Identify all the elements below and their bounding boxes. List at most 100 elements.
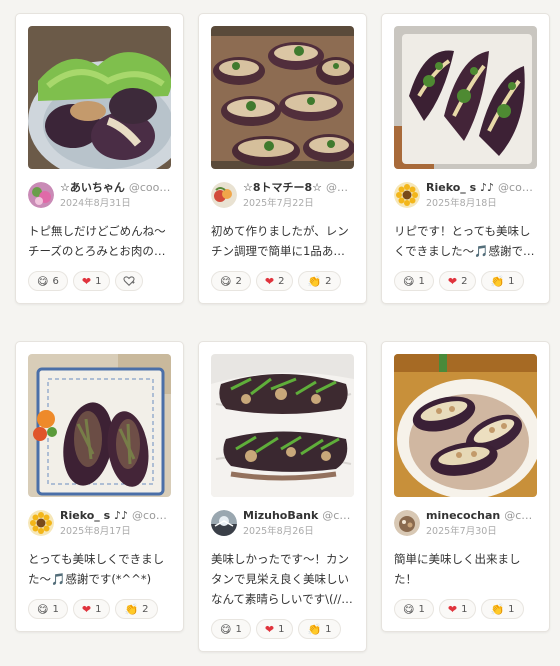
dish-photo-image bbox=[28, 354, 171, 497]
reaction-clap[interactable]: 👏 1 bbox=[481, 271, 524, 291]
reaction-yummy[interactable]: 😋 1 bbox=[211, 619, 251, 639]
dish-photo[interactable] bbox=[394, 26, 537, 169]
tsukurepo-card[interactable]: MizuhoBank @coo… 2025年8月26日 美味しかったです〜！カン… bbox=[198, 341, 367, 652]
reaction-yummy[interactable]: 😋 1 bbox=[394, 599, 434, 619]
clap-icon: 👏 bbox=[124, 602, 139, 616]
dish-photo-image bbox=[394, 354, 537, 497]
add-heart-icon bbox=[123, 276, 136, 287]
post-date: 2025年7月22日 bbox=[243, 197, 314, 209]
tsukurepo-card[interactable]: Rieko_ s ♪♪ @cook… 2025年8月17日 とっても美味しくでき… bbox=[15, 341, 184, 632]
author-name[interactable]: ☆8トマチー8☆ bbox=[243, 181, 322, 195]
author-row[interactable]: ☆あいちゃん @cook… 2024年8月31日 bbox=[28, 181, 171, 209]
reaction-heart[interactable]: ❤ 2 bbox=[255, 271, 294, 291]
post-date: 2025年8月17日 bbox=[60, 525, 131, 537]
dish-photo[interactable] bbox=[28, 26, 171, 169]
dish-photo-image bbox=[28, 26, 171, 169]
reaction-bar: 😋 1 ❤ 2 👏 1 bbox=[394, 271, 537, 291]
tsukurepo-card[interactable]: Rieko_ s ♪♪ @cook… 2025年8月18日 リピです！とっても美… bbox=[381, 13, 550, 304]
post-date: 2024年8月31日 bbox=[60, 197, 131, 209]
comment-text[interactable]: 簡単に美味しく出来ました！ bbox=[394, 549, 537, 589]
reaction-bar: 😋 6 ❤ 1 bbox=[28, 271, 171, 291]
author-row[interactable]: Rieko_ s ♪♪ @cook… 2025年8月17日 bbox=[28, 509, 171, 537]
dish-photo[interactable] bbox=[211, 354, 354, 497]
reaction-yummy[interactable]: 😋 1 bbox=[28, 599, 68, 619]
author-name[interactable]: Rieko_ s ♪♪ bbox=[426, 181, 494, 195]
reaction-yummy[interactable]: 😋 1 bbox=[394, 271, 434, 291]
heart-icon: ❤ bbox=[81, 602, 92, 616]
dish-photo[interactable] bbox=[394, 354, 537, 497]
dish-photo-image bbox=[211, 26, 354, 169]
post-date: 2025年8月18日 bbox=[426, 197, 497, 209]
reaction-count: 1 bbox=[418, 603, 425, 615]
avatar[interactable] bbox=[394, 182, 420, 208]
dish-photo-image bbox=[394, 26, 537, 169]
author-handle[interactable]: @cook… bbox=[498, 181, 537, 195]
post-date: 2025年7月30日 bbox=[426, 525, 497, 537]
avatar[interactable] bbox=[28, 510, 54, 536]
dish-photo[interactable] bbox=[211, 26, 354, 169]
tsukurepo-card[interactable]: minecochan @cook… 2025年7月30日 簡単に美味しく出来まし… bbox=[381, 341, 550, 632]
yummy-face-icon: 😋 bbox=[403, 602, 415, 616]
clap-icon: 👏 bbox=[307, 622, 322, 636]
heart-icon: ❤ bbox=[81, 274, 92, 288]
clap-icon: 👏 bbox=[307, 274, 322, 288]
tsukurepo-card[interactable]: ☆あいちゃん @cook… 2024年8月31日 トピ無しだけどごめんね〜チーズ… bbox=[15, 13, 184, 304]
yummy-face-icon: 😋 bbox=[37, 602, 49, 616]
author-name[interactable]: MizuhoBank bbox=[243, 509, 318, 523]
reaction-heart[interactable]: ❤ 1 bbox=[72, 271, 111, 291]
avatar[interactable] bbox=[211, 510, 237, 536]
reaction-yummy[interactable]: 😋 6 bbox=[28, 271, 68, 291]
reaction-count: 1 bbox=[508, 275, 515, 287]
dish-photo[interactable] bbox=[28, 354, 171, 497]
comment-text[interactable]: トピ無しだけどごめんね〜チーズのとろみとお肉の旨みが茄子に染み込んで美… bbox=[28, 221, 171, 261]
author-name[interactable]: ☆あいちゃん bbox=[60, 181, 125, 195]
clap-icon: 👏 bbox=[490, 602, 505, 616]
comment-text[interactable]: リピです！とっても美味しくできました〜🎵感謝です(*^^*) bbox=[394, 221, 537, 261]
author-handle[interactable]: @co… bbox=[326, 181, 354, 195]
author-handle[interactable]: @cook… bbox=[132, 509, 171, 523]
reaction-count: 1 bbox=[235, 623, 242, 635]
reaction-count: 1 bbox=[95, 603, 102, 615]
avatar[interactable] bbox=[211, 182, 237, 208]
reaction-clap[interactable]: 👏 2 bbox=[298, 271, 341, 291]
comment-text[interactable]: 初めて作りましたが、レンチン調理で簡単に1品ありがたいです✨粉チーズを使… bbox=[211, 221, 354, 261]
reaction-heart[interactable]: ❤ 1 bbox=[72, 599, 111, 619]
heart-icon: ❤ bbox=[264, 274, 275, 288]
author-handle[interactable]: @cook… bbox=[504, 509, 537, 523]
reaction-count: 1 bbox=[52, 603, 59, 615]
reaction-count: 1 bbox=[418, 275, 425, 287]
reaction-count: 1 bbox=[95, 275, 102, 287]
author-row[interactable]: minecochan @cook… 2025年7月30日 bbox=[394, 509, 537, 537]
author-name[interactable]: Rieko_ s ♪♪ bbox=[60, 509, 128, 523]
reaction-heart[interactable]: ❤ 2 bbox=[438, 271, 477, 291]
reaction-heart[interactable]: ❤ 1 bbox=[255, 619, 294, 639]
reaction-clap[interactable]: 👏 1 bbox=[481, 599, 524, 619]
reaction-yummy[interactable]: 😋 2 bbox=[211, 271, 251, 291]
reaction-clap[interactable]: 👏 1 bbox=[298, 619, 341, 639]
yummy-face-icon: 😋 bbox=[403, 274, 415, 288]
add-reaction-button[interactable] bbox=[115, 271, 144, 291]
author-handle[interactable]: @coo… bbox=[322, 509, 354, 523]
author-row[interactable]: MizuhoBank @coo… 2025年8月26日 bbox=[211, 509, 354, 537]
dish-photo-image bbox=[211, 354, 354, 497]
reaction-bar: 😋 1 ❤ 1 👏 1 bbox=[394, 599, 537, 619]
heart-icon: ❤ bbox=[264, 622, 275, 636]
reaction-heart[interactable]: ❤ 1 bbox=[438, 599, 477, 619]
author-row[interactable]: ☆8トマチー8☆ @co… 2025年7月22日 bbox=[211, 181, 354, 209]
reaction-count: 1 bbox=[325, 623, 332, 635]
heart-icon: ❤ bbox=[447, 274, 458, 288]
reaction-count: 2 bbox=[278, 275, 285, 287]
reaction-clap[interactable]: 👏 2 bbox=[115, 599, 158, 619]
yummy-face-icon: 😋 bbox=[220, 622, 232, 636]
avatar[interactable] bbox=[394, 510, 420, 536]
tsukurepo-card[interactable]: ☆8トマチー8☆ @co… 2025年7月22日 初めて作りましたが、レンチン調… bbox=[198, 13, 367, 304]
heart-icon: ❤ bbox=[447, 602, 458, 616]
author-name[interactable]: minecochan bbox=[426, 509, 500, 523]
comment-text[interactable]: 美味しかったです〜！カンタンで見栄え良く美味しいなんて素晴らしいです\(//… bbox=[211, 549, 354, 609]
reaction-bar: 😋 1 ❤ 1 👏 2 bbox=[28, 599, 171, 619]
clap-icon: 👏 bbox=[490, 274, 505, 288]
avatar[interactable] bbox=[28, 182, 54, 208]
author-row[interactable]: Rieko_ s ♪♪ @cook… 2025年8月18日 bbox=[394, 181, 537, 209]
comment-text[interactable]: とっても美味しくできました〜🎵感謝です(*^^*) bbox=[28, 549, 171, 589]
author-handle[interactable]: @cook… bbox=[129, 181, 171, 195]
